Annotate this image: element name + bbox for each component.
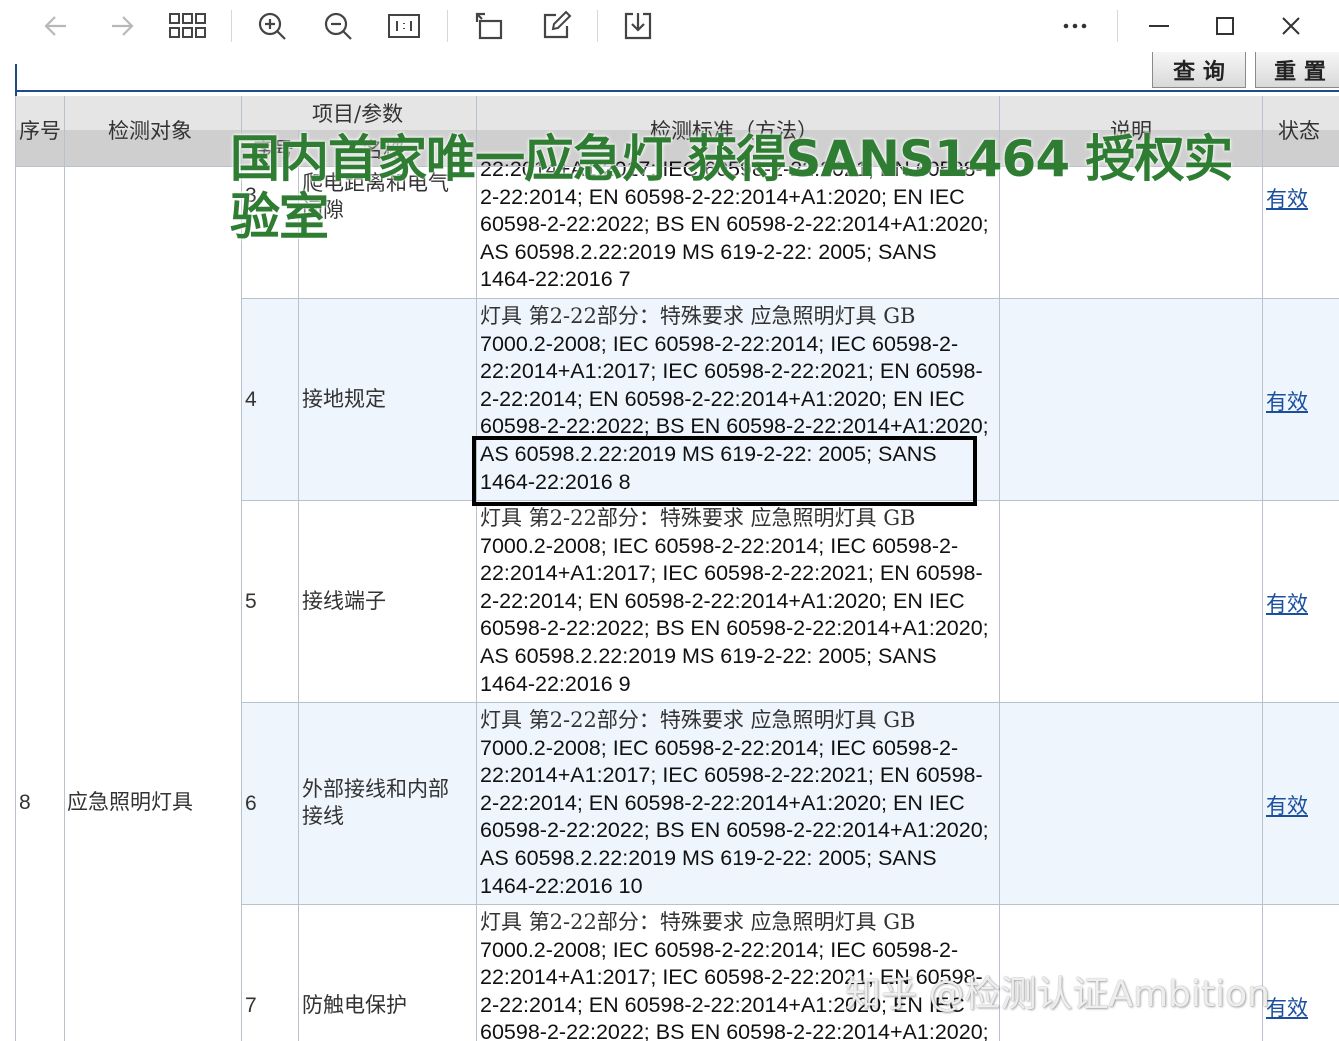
download-button[interactable] [616, 6, 660, 46]
standard-line: 灯具 第2-22部分：特殊要求 应急照明灯具 GB [480, 506, 916, 530]
grid-line [298, 130, 299, 1041]
grid-line [242, 702, 1339, 703]
overlay-title-line: 国内首家唯一应急灯 获得SANS1464 授权实 [230, 130, 1234, 188]
toolbar-separator [597, 10, 598, 42]
standard-line: 22:2014+A1:2017; IEC 60598-2-22:2021; EN… [480, 359, 983, 384]
zoom-out-icon [324, 12, 352, 40]
row-standard: 灯具 第2-22部分：特殊要求 应急照明灯具 GB 7000.2-2008; I… [480, 505, 1000, 698]
forward-icon [112, 16, 134, 36]
standard-line: 7000.2-2008; IEC 60598-2-22:2014; IEC 60… [480, 735, 959, 760]
status-link[interactable]: 有效 [1266, 992, 1308, 1022]
form-frame-top [15, 90, 1339, 92]
document-view[interactable]: 查 询 重 置 序号 检测对象 项目/参数 序号 名称 检测标准（方法） 说明 … [0, 52, 1339, 1041]
standard-line: 2-22:2014; EN 60598-2-22:2014+A1:2020; E… [480, 588, 965, 613]
forward-button[interactable] [100, 6, 144, 46]
standard-line: 灯具 第2-22部分：特殊要求 应急照明灯具 GB [480, 708, 916, 732]
standard-line: 60598-2-22:2022; BS EN 60598-2-22:2014+A… [480, 616, 989, 641]
row-no: 5 [245, 590, 257, 613]
close-icon [1282, 17, 1300, 35]
maximize-icon [1216, 17, 1234, 35]
header-item-group: 项目/参数 [312, 102, 404, 126]
more-button[interactable] [1053, 6, 1097, 46]
status-link[interactable]: 有效 [1266, 790, 1308, 820]
close-button[interactable] [1269, 6, 1313, 46]
zoom-in-icon [258, 12, 286, 40]
header-index: 序号 [19, 119, 61, 143]
standard-line: 22:2014+A1:2017; IEC 60598-2-22:2021; EN… [480, 763, 983, 788]
zoom-in-button[interactable] [250, 6, 294, 46]
row-name: 接线端子 [302, 589, 386, 613]
row-name: 防触电保护 [302, 993, 407, 1017]
toolbar-separator [447, 10, 448, 42]
header-object: 检测对象 [108, 119, 192, 143]
row-no: 7 [245, 994, 257, 1017]
row-name: 外部接线和内部 接线 [302, 776, 449, 830]
standard-line: 1464-22:2016 7 [480, 267, 631, 292]
toolbar-separator [1117, 10, 1118, 42]
query-button[interactable]: 查 询 [1152, 52, 1246, 88]
object-name: 应急照明灯具 [67, 790, 193, 814]
overlay-title: 国内首家唯一应急灯 获得SANS1464 授权实 验室 [230, 130, 1330, 246]
edit-icon [543, 10, 572, 39]
more-icon [1063, 23, 1087, 29]
status-link[interactable]: 有效 [1266, 386, 1308, 416]
actual-size-icon [388, 14, 420, 38]
standard-line: 7000.2-2008; IEC 60598-2-22:2014; IEC 60… [480, 937, 959, 962]
thumbnails-icon [169, 13, 206, 38]
standard-line: 7000.2-2008; IEC 60598-2-22:2014; IEC 60… [480, 331, 959, 356]
row-name: 接地规定 [302, 387, 386, 411]
zoom-out-button[interactable] [316, 6, 360, 46]
status-link[interactable]: 有效 [1266, 588, 1308, 618]
maximize-button[interactable] [1203, 6, 1247, 46]
standard-line: 60598-2-22:2022; BS EN 60598-2-22:2014+A… [480, 1020, 989, 1041]
actual-size-button[interactable] [382, 6, 426, 46]
standard-line: 2-22:2014; EN 60598-2-22:2014+A1:2020; E… [480, 790, 965, 815]
toolbar-separator [231, 10, 232, 42]
grid-line [242, 904, 1339, 905]
highlight-box [472, 436, 977, 506]
rotate-icon [475, 12, 503, 40]
standard-line: 7000.2-2008; IEC 60598-2-22:2014; IEC 60… [480, 533, 959, 558]
standard-line: 灯具 第2-22部分：特殊要求 应急照明灯具 GB [480, 910, 916, 934]
standard-line: 60598-2-22:2022; BS EN 60598-2-22:2014+A… [480, 818, 989, 843]
back-icon [44, 16, 66, 36]
minimize-button[interactable] [1137, 6, 1181, 46]
viewer-toolbar [0, 0, 1339, 52]
thumbnails-button[interactable] [166, 6, 210, 46]
standard-line: 1464-22:2016 10 [480, 873, 643, 898]
standard-line: 22:2014+A1:2017; IEC 60598-2-22:2021; EN… [480, 561, 983, 586]
standard-line: AS 60598.2.22:2019 MS 619-2-22: 2005; SA… [480, 845, 937, 870]
row-no: 6 [245, 792, 257, 815]
edit-button[interactable] [534, 6, 578, 46]
row-name-line: 接线 [302, 804, 344, 828]
rotate-button[interactable] [467, 6, 511, 46]
standard-line: 2-22:2014; EN 60598-2-22:2014+A1:2020; E… [480, 386, 965, 411]
minimize-icon [1149, 25, 1169, 27]
back-button[interactable] [34, 6, 78, 46]
grid-line [242, 298, 1339, 299]
overlay-title-line: 验室 [230, 188, 329, 246]
standard-line: AS 60598.2.22:2019 MS 619-2-22: 2005; SA… [480, 643, 937, 668]
row-standard: 灯具 第2-22部分：特殊要求 应急照明灯具 GB 7000.2-2008; I… [480, 707, 1000, 900]
grid-line [15, 96, 16, 1041]
grid-line [64, 96, 65, 1041]
standard-line: 1464-22:2016 9 [480, 671, 631, 696]
row-name-line: 外部接线和内部 [302, 777, 449, 801]
download-icon [624, 12, 652, 40]
watermark: 知乎 @检测认证Ambition [845, 974, 1270, 1015]
object-index: 8 [19, 791, 31, 814]
standard-line: 灯具 第2-22部分：特殊要求 应急照明灯具 GB [480, 304, 916, 328]
reset-button[interactable]: 重 置 [1255, 52, 1339, 88]
row-no: 4 [245, 388, 257, 411]
